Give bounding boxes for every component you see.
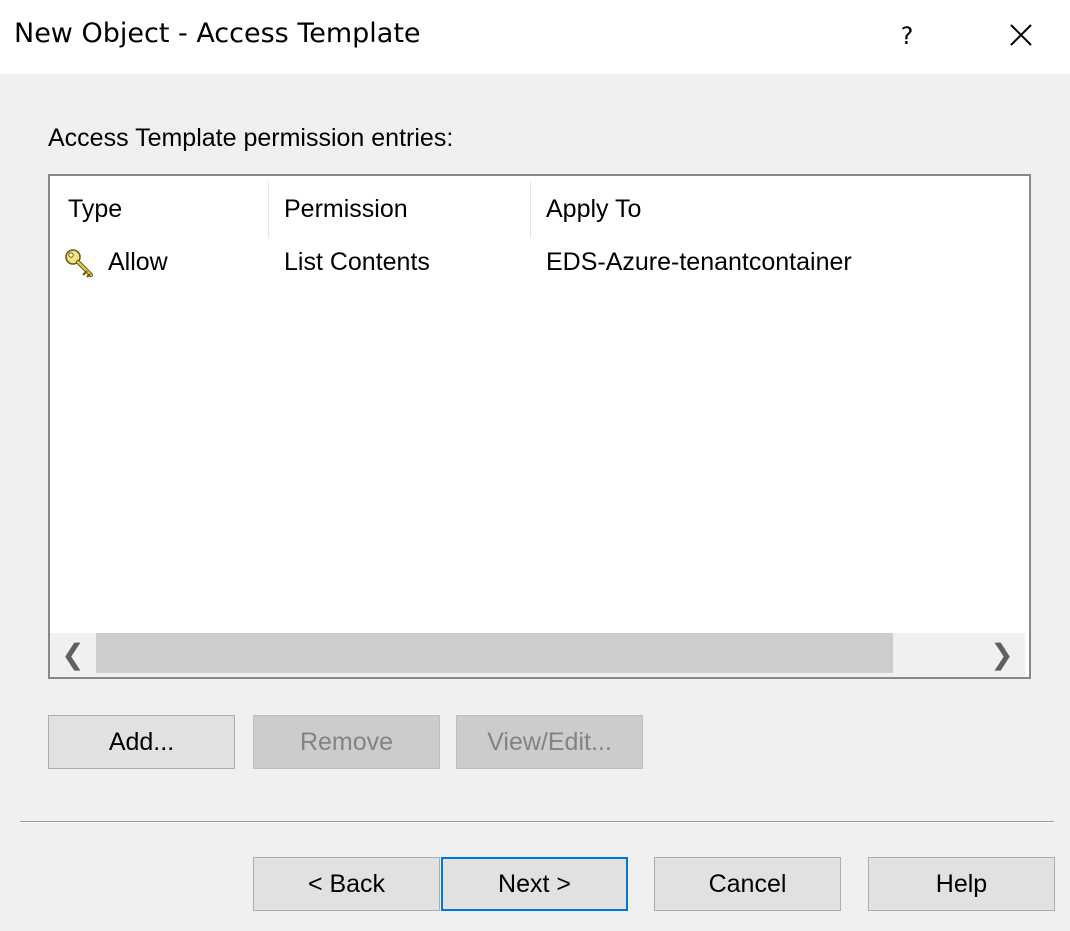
column-header-permission[interactable]: Permission (266, 176, 530, 238)
add-button[interactable]: Add... (48, 715, 235, 769)
scroll-right-icon[interactable]: ❯ (979, 633, 1025, 677)
scroll-left-icon[interactable]: ❮ (50, 633, 96, 677)
remove-button[interactable]: Remove (253, 715, 440, 769)
title-bar: New Object - Access Template ? (0, 0, 1070, 74)
cell-permission: List Contents (284, 248, 430, 276)
help-icon[interactable]: ? (895, 16, 919, 56)
list-item[interactable]: Allow List Contents EDS-Azure-tenantcont… (50, 240, 1025, 284)
scroll-thumb[interactable] (96, 633, 893, 673)
window-title: New Object - Access Template (14, 18, 421, 49)
back-button[interactable]: < Back (253, 857, 440, 911)
key-icon (65, 249, 94, 278)
help-button[interactable]: Help (868, 857, 1055, 911)
cell-apply-to: EDS-Azure-tenantcontainer (546, 248, 852, 276)
cell-type: Allow (108, 248, 168, 276)
next-button[interactable]: Next > (441, 857, 628, 911)
column-header-type[interactable]: Type (50, 176, 268, 238)
view-edit-button[interactable]: View/Edit... (456, 715, 643, 769)
close-icon[interactable] (1008, 22, 1034, 48)
divider (20, 821, 1054, 823)
permission-entries-label: Access Template permission entries: (48, 124, 454, 152)
horizontal-scrollbar[interactable]: ❮ ❯ (50, 633, 1025, 677)
permission-entries-list[interactable]: Type Permission Apply To Allow List Cont… (48, 174, 1031, 679)
cancel-button[interactable]: Cancel (654, 857, 841, 911)
column-header-apply-to[interactable]: Apply To (528, 176, 828, 238)
